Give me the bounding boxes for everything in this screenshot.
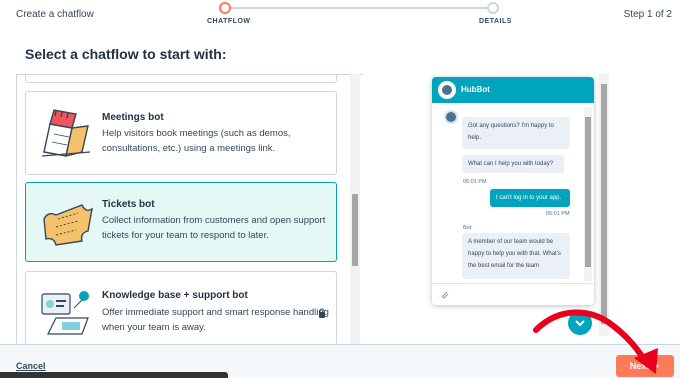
cancel-link[interactable]: Cancel (16, 361, 46, 371)
chatflow-card-meetings-bot[interactable]: Meetings bot Help visitors book meetings… (25, 91, 337, 175)
chat-launcher-button[interactable] (568, 311, 592, 335)
scrollbar-thumb[interactable] (352, 194, 358, 266)
chatflow-list[interactable]: Meetings bot Help visitors book meetings… (16, 74, 362, 344)
message-timestamp: 05:01 PM (546, 211, 570, 217)
step-indicator: Step 1 of 2 (623, 9, 672, 20)
card-title: Tickets bot (102, 199, 155, 210)
attachment-icon[interactable] (440, 290, 450, 300)
chevron-down-icon (575, 320, 585, 327)
chevron-right-icon (654, 362, 660, 370)
chatflow-card-partial (25, 75, 337, 83)
top-bar: Create a chatflow CHATFLOW DETAILS Step … (0, 0, 680, 30)
page-title: Create a chatflow (16, 9, 94, 20)
step-label-details: DETAILS (479, 18, 512, 25)
chat-scrollbar[interactable] (584, 107, 592, 281)
sender-label: Bot (463, 225, 472, 231)
lock-icon (319, 308, 325, 318)
bot-avatar (444, 110, 458, 124)
bot-message: What can I help you with today? (462, 155, 564, 173)
preview-scrollbar[interactable] (599, 74, 609, 336)
chatflow-list-scrollbar[interactable] (350, 74, 360, 344)
bot-avatar (438, 81, 456, 99)
chat-input[interactable] (432, 283, 594, 305)
ticket-illustration-icon (43, 204, 93, 246)
chat-preview-header: HubBot (432, 77, 594, 103)
message-timestamp: 05:01 PM (463, 179, 487, 185)
scrollbar-thumb[interactable] (601, 84, 607, 324)
step-label-chatflow: CHATFLOW (207, 18, 251, 25)
calendar-illustration-icon (41, 109, 91, 157)
card-description: Help visitors book meetings (such as dem… (102, 128, 291, 154)
scrollbar-thumb[interactable] (585, 117, 591, 267)
step-dot-details (487, 2, 499, 14)
card-description: Offer immediate support and smart respon… (102, 307, 329, 333)
section-heading: Select a chatflow to start with: (25, 46, 227, 62)
user-message: I can't log in to your app. (490, 189, 570, 207)
step-dot-chatflow (219, 2, 231, 14)
chatflow-card-tickets-bot[interactable]: Tickets bot Collect information from cus… (25, 182, 337, 262)
card-description: Collect information from customers and o… (102, 215, 326, 241)
card-title: Meetings bot (102, 112, 164, 123)
next-button-label: Next (629, 361, 650, 371)
bot-name: HubBot (461, 85, 490, 94)
progress-track (225, 7, 495, 9)
card-title: Knowledge base + support bot (102, 290, 248, 301)
chat-preview-panel: HubBot Got any questions? I'm happy to h… (432, 77, 594, 305)
bot-message: Got any questions? I'm happy to help. (462, 117, 570, 149)
chatflow-card-knowledge-base-bot[interactable]: Knowledge base + support bot Offer immed… (25, 271, 337, 344)
knowledge-base-illustration-icon (41, 291, 89, 335)
next-button[interactable]: Next (616, 355, 674, 377)
status-bar (0, 372, 228, 378)
bot-message: A member of our team would be happy to h… (462, 233, 570, 279)
